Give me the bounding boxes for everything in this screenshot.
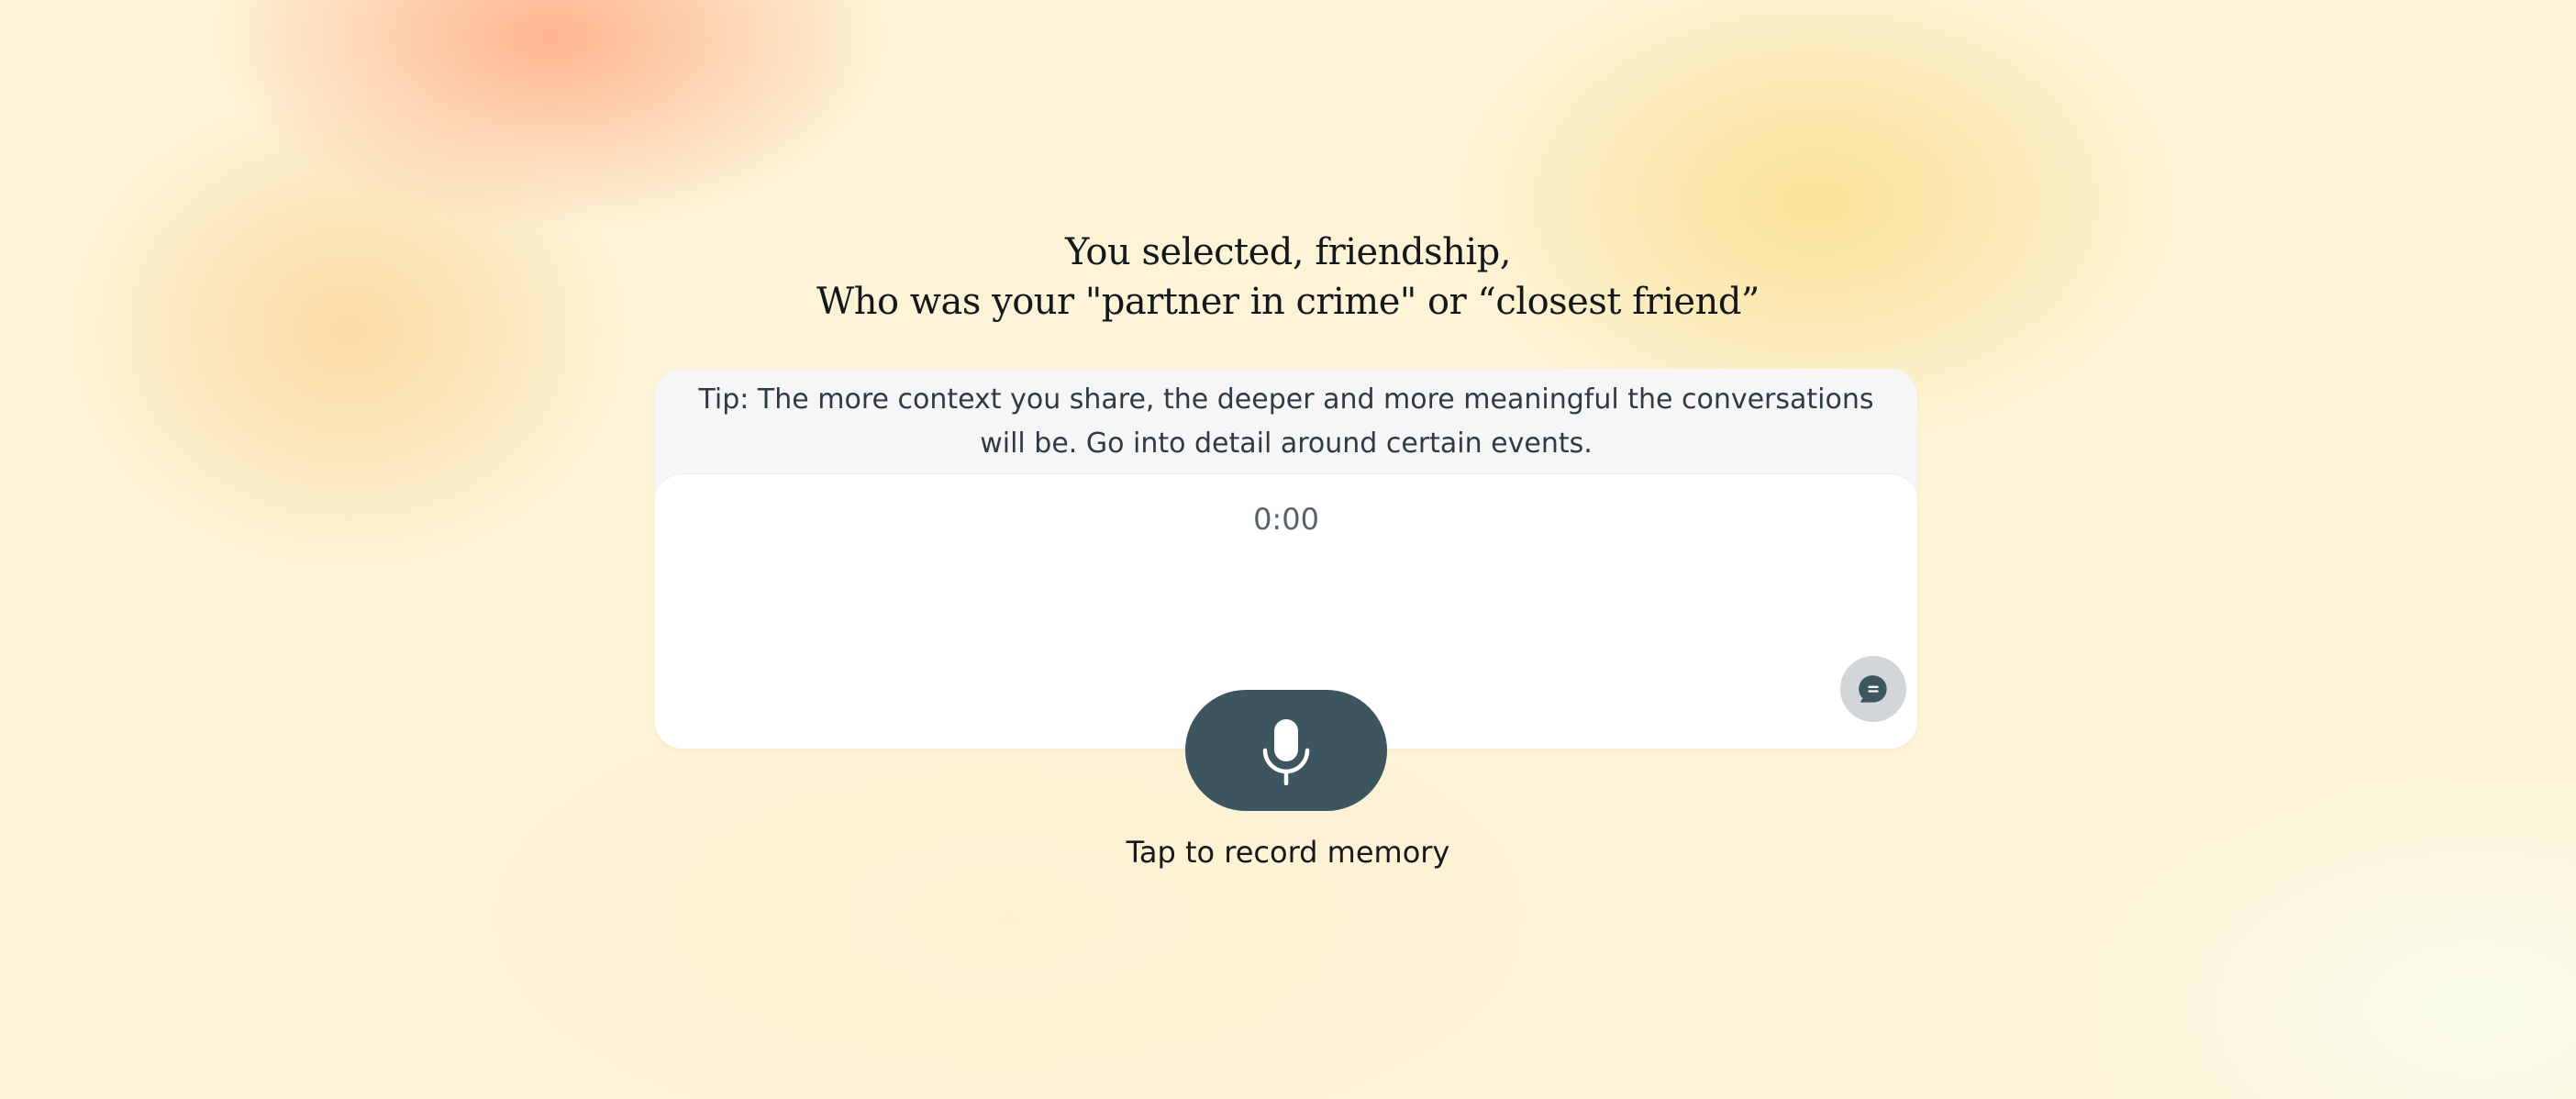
record-caption: Tap to record memory — [1126, 835, 1450, 870]
recording-timer: 0:00 — [1253, 502, 1319, 537]
prompt-heading: You selected, friendship, Who was your "… — [0, 228, 2576, 327]
chat-button[interactable] — [1840, 656, 1906, 722]
microphone-icon — [1262, 719, 1310, 785]
prompt-line-1: You selected, friendship, — [1065, 231, 1512, 273]
prompt-line-2: Who was your "partner in crime" or “clos… — [816, 281, 1760, 323]
tip-text: Tip: The more context you share, the dee… — [698, 383, 1874, 460]
record-button[interactable] — [1185, 690, 1387, 811]
chat-bubble-icon — [1859, 675, 1887, 703]
